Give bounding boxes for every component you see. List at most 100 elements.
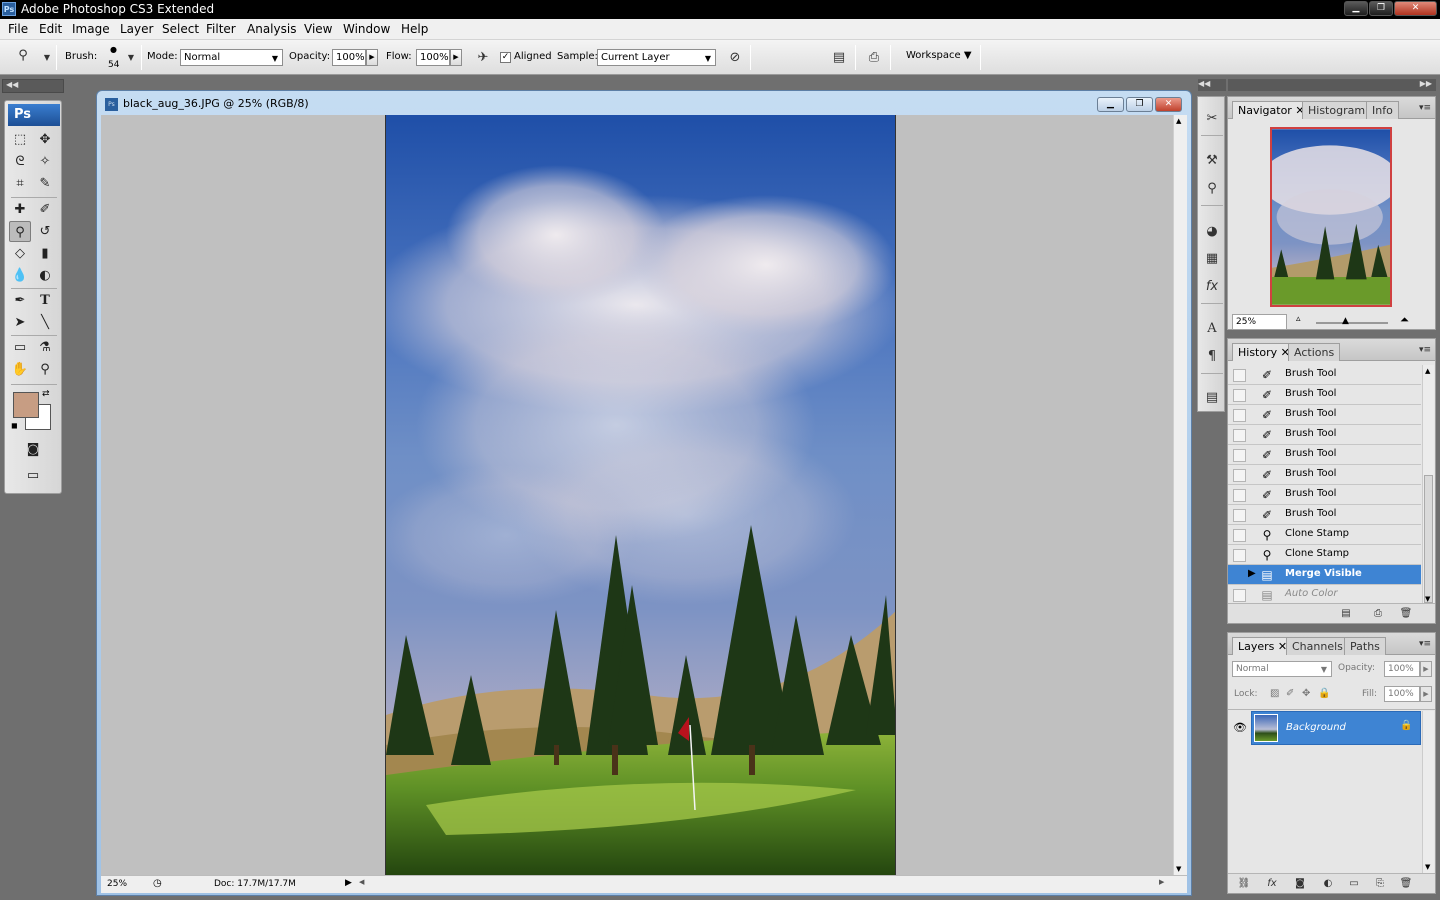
opacity-slider-button[interactable]: ▶ xyxy=(366,49,378,66)
history-item[interactable]: ⚲ Clone Stamp xyxy=(1228,545,1421,565)
lock-all-icon[interactable]: 🔒 xyxy=(1318,688,1330,699)
clone-source-icon[interactable]: ⚲ xyxy=(1201,177,1223,199)
swatches-icon[interactable]: ▦ xyxy=(1201,247,1223,269)
toolbox-header[interactable]: ◀◀ xyxy=(2,79,64,93)
lasso-tool-icon[interactable]: ᘓ xyxy=(9,151,31,172)
history-brush-tool-icon[interactable]: ↺ xyxy=(34,221,56,242)
bridge-icon[interactable]: ⎙ xyxy=(865,49,883,67)
menu-help[interactable]: Help xyxy=(401,22,428,36)
brush-tool-icon[interactable]: ✐ xyxy=(34,199,56,220)
ignore-adjustment-layers-icon[interactable]: ⊘ xyxy=(726,49,744,67)
default-colors-icon[interactable]: ◼ xyxy=(11,421,18,430)
clone-source-panel-icon[interactable]: ▤ xyxy=(830,49,848,67)
history-item[interactable]: ⚲ Clone Stamp xyxy=(1228,525,1421,545)
photo-golf-course[interactable] xyxy=(385,115,896,875)
menu-analysis[interactable]: Analysis xyxy=(247,22,296,36)
tab-layers[interactable]: Layers ✕ xyxy=(1232,637,1294,655)
snapshot-icon[interactable]: ⎙ xyxy=(1370,606,1386,622)
zoom-in-icon[interactable]: ⏶ xyxy=(1400,313,1409,327)
screen-mode-icon[interactable]: ▭ xyxy=(22,465,44,486)
notes-tool-icon[interactable]: ▭ xyxy=(9,337,31,358)
paragraph-icon[interactable]: ¶ xyxy=(1201,345,1223,367)
menu-window[interactable]: Window xyxy=(343,22,390,36)
healing-brush-tool-icon[interactable]: ✚ xyxy=(9,199,31,220)
new-layer-icon[interactable]: ⎘ xyxy=(1372,876,1388,892)
new-group-icon[interactable]: ▭ xyxy=(1346,876,1362,892)
workspace-menu[interactable]: Workspace ▼ xyxy=(906,50,972,61)
layer-background[interactable]: Background 🔒 xyxy=(1251,711,1421,745)
fill-slider-button[interactable]: ▶ xyxy=(1420,686,1432,702)
panel-menu-icon[interactable]: ▾≡ xyxy=(1419,103,1431,113)
layer-mask-icon[interactable]: ◙ xyxy=(1292,876,1308,892)
history-item[interactable]: ✐ Brush Tool xyxy=(1228,445,1421,465)
trash-icon[interactable]: 🗑 xyxy=(1398,606,1414,622)
history-item[interactable]: ▤ Auto Color xyxy=(1228,585,1421,605)
navigator-thumbnail[interactable] xyxy=(1270,127,1392,307)
eyedropper-tool-icon[interactable]: ⚗ xyxy=(34,337,56,358)
scroll-left-icon[interactable]: ◀ xyxy=(359,878,364,886)
hand-tool-icon[interactable]: ✋ xyxy=(9,359,31,380)
tab-histogram[interactable]: Histogram xyxy=(1302,101,1372,119)
status-info-icon[interactable]: ◷ xyxy=(153,878,162,889)
brushes-icon[interactable]: ⚒ xyxy=(1201,149,1223,171)
doc-close-button[interactable]: ✕ xyxy=(1155,97,1182,112)
zoom-out-icon[interactable]: ▵ xyxy=(1296,314,1301,324)
layers-scrollbar[interactable]: ▼ xyxy=(1422,711,1434,873)
lock-transparent-icon[interactable]: ▨ xyxy=(1270,688,1279,699)
tab-paths[interactable]: Paths xyxy=(1344,637,1386,655)
color-icon[interactable]: ◕ xyxy=(1201,220,1223,242)
lock-position-icon[interactable]: ✥ xyxy=(1302,688,1310,699)
history-item[interactable]: ✐ Brush Tool xyxy=(1228,485,1421,505)
zoom-slider-handle[interactable]: ▲ xyxy=(1342,316,1349,326)
status-menu-arrow-icon[interactable]: ▶ xyxy=(345,878,352,888)
navigator-zoom-input[interactable]: 25% xyxy=(1232,314,1287,330)
swap-colors-icon[interactable]: ⇄ xyxy=(42,389,50,399)
blend-mode-select[interactable]: Normal ▼ xyxy=(1232,661,1332,677)
tab-history[interactable]: History ✕ xyxy=(1232,343,1296,361)
chevron-down-icon[interactable]: ▼ xyxy=(38,49,56,67)
close-button[interactable]: ✕ xyxy=(1394,1,1437,16)
history-item[interactable]: ✐ Brush Tool xyxy=(1228,425,1421,445)
doc-maximize-button[interactable]: ❐ xyxy=(1126,97,1153,112)
character-icon[interactable]: A xyxy=(1201,317,1223,339)
doc-minimize-button[interactable]: ▁ xyxy=(1097,97,1124,112)
styles-icon[interactable]: fx xyxy=(1201,275,1223,297)
link-layers-icon[interactable]: ⛓ xyxy=(1236,876,1252,892)
layer-opacity-slider-button[interactable]: ▶ xyxy=(1420,661,1432,677)
panel-menu-icon[interactable]: ▾≡ xyxy=(1419,639,1431,649)
brush-picker-button[interactable]: ▼ xyxy=(122,49,140,67)
layer-opacity-input[interactable]: 100% xyxy=(1384,661,1420,677)
pen-tool-icon[interactable]: ✒ xyxy=(9,290,31,311)
eraser-tool-icon[interactable]: ◇ xyxy=(9,243,31,264)
flow-input[interactable]: 100% xyxy=(416,49,450,66)
maximize-button[interactable]: ❐ xyxy=(1369,1,1393,16)
zoom-level[interactable]: 25% xyxy=(107,879,127,889)
mode-select[interactable]: Normal ▼ xyxy=(180,49,283,66)
menu-view[interactable]: View xyxy=(304,22,332,36)
panel-menu-icon[interactable]: ▾≡ xyxy=(1419,345,1431,355)
flow-slider-button[interactable]: ▶ xyxy=(450,49,462,66)
path-selection-tool-icon[interactable]: ➤ xyxy=(9,312,31,333)
tab-actions[interactable]: Actions xyxy=(1288,343,1341,361)
eye-icon[interactable]: 👁 xyxy=(1231,719,1249,737)
opacity-input[interactable]: 100% xyxy=(332,49,366,66)
panel-dock-header[interactable]: ▶▶ xyxy=(1228,79,1436,91)
zoom-tool-icon[interactable]: ⚲ xyxy=(34,359,56,380)
navigator-zoom-slider[interactable] xyxy=(1316,322,1388,324)
tool-presets-icon[interactable]: ✂ xyxy=(1201,107,1223,129)
minimize-button[interactable]: ▁ xyxy=(1344,1,1368,16)
canvas-area[interactable] xyxy=(101,115,1173,875)
airbrush-icon[interactable]: ✈ xyxy=(474,49,492,67)
line-tool-icon[interactable]: ╲ xyxy=(34,312,56,333)
blur-tool-icon[interactable]: 💧 xyxy=(9,265,31,286)
sample-select[interactable]: Current Layer ▼ xyxy=(597,49,716,66)
tab-info[interactable]: Info xyxy=(1366,101,1399,119)
new-document-from-state-icon[interactable]: ▤ xyxy=(1338,606,1354,622)
foreground-color-swatch[interactable] xyxy=(13,392,39,418)
layer-style-icon[interactable]: fx xyxy=(1264,876,1280,892)
aligned-checkbox[interactable]: ✓ xyxy=(500,52,511,63)
menu-select[interactable]: Select xyxy=(162,22,199,36)
dodge-tool-icon[interactable]: ◐ xyxy=(34,265,56,286)
lock-image-icon[interactable]: ✐ xyxy=(1286,688,1294,699)
history-item-selected[interactable]: ▶ ▤ Merge Visible xyxy=(1228,565,1421,585)
